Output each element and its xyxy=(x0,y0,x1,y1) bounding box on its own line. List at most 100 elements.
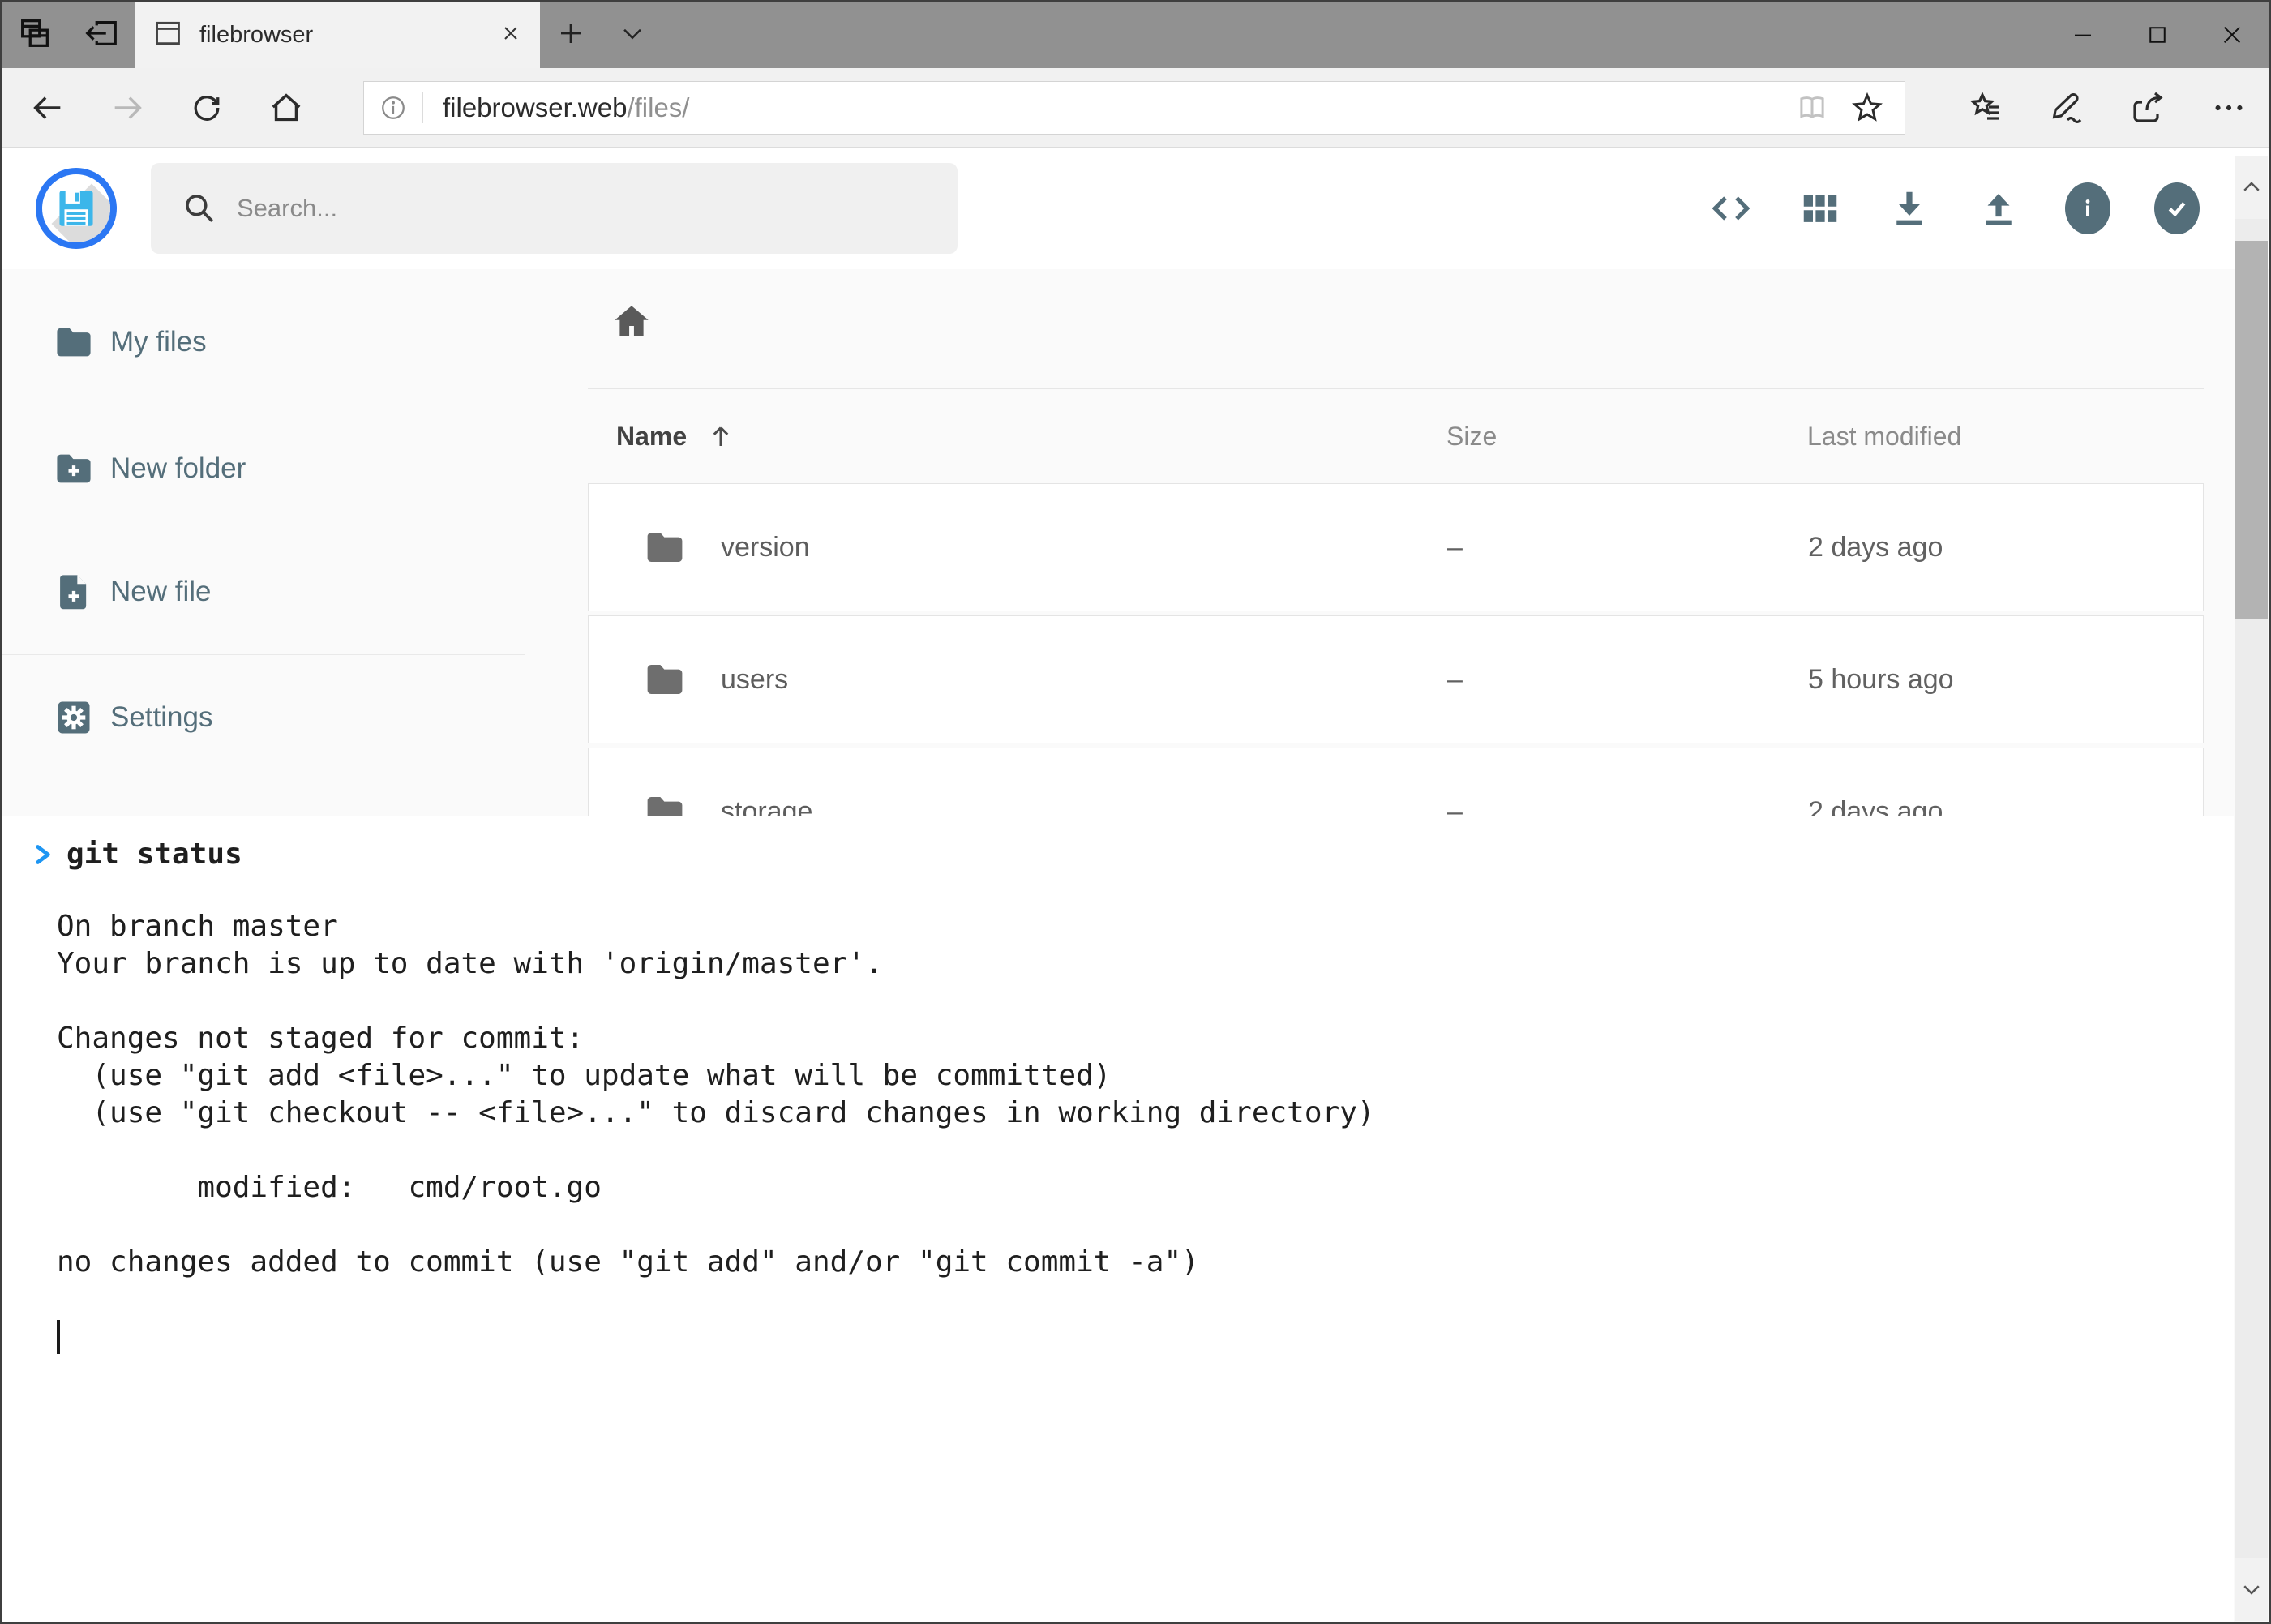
sidebar-item-my-files[interactable]: My files xyxy=(2,303,525,381)
web-notes-button[interactable] xyxy=(2026,68,2107,148)
check-icon xyxy=(2162,193,2192,224)
file-size: – xyxy=(1447,532,1808,563)
sidebar-divider xyxy=(2,654,525,655)
grid-view-icon xyxy=(1798,186,1842,230)
new-tab-button[interactable] xyxy=(540,2,602,68)
close-icon xyxy=(2219,22,2245,48)
sort-ascending-icon xyxy=(706,422,735,451)
info-button[interactable] xyxy=(2065,182,2110,235)
raw-view-button[interactable] xyxy=(1708,182,1754,235)
sidebar-item-label: Settings xyxy=(110,701,212,734)
minimize-icon xyxy=(2071,23,2095,47)
home-button[interactable] xyxy=(246,68,326,148)
breadcrumb xyxy=(588,269,2204,344)
search-input[interactable] xyxy=(235,193,900,224)
filebrowser-logo[interactable] xyxy=(36,168,117,249)
list-header: Name Size Last modified xyxy=(588,389,2204,483)
breadcrumb-home-icon xyxy=(610,300,653,344)
table-row[interactable]: version – 2 days ago xyxy=(588,483,2204,611)
upload-icon xyxy=(1977,186,2020,230)
favorites-hub-button[interactable] xyxy=(1945,68,2026,148)
share-button[interactable] xyxy=(2107,68,2188,148)
column-name-label: Name xyxy=(616,422,687,452)
scroll-up-button[interactable] xyxy=(2235,156,2268,219)
terminal-panel[interactable]: git status On branch master Your branch … xyxy=(2,816,2234,1622)
navigation-bar: filebrowser.web/files/ xyxy=(2,68,2269,148)
forward-button[interactable] xyxy=(88,68,167,148)
file-name: version xyxy=(721,532,810,563)
maximize-icon xyxy=(2145,23,2170,47)
file-modified: 5 hours ago xyxy=(1808,664,2203,696)
site-info-button[interactable] xyxy=(364,94,422,122)
tab-favicon xyxy=(152,18,183,53)
refresh-button[interactable] xyxy=(167,68,246,148)
download-icon xyxy=(1888,186,1931,230)
sidebar-item-label: My files xyxy=(110,326,207,358)
breadcrumb-home-button[interactable] xyxy=(610,300,653,348)
terminal-prompt-line: git status xyxy=(2,816,2234,871)
code-icon xyxy=(1708,186,1754,231)
folder-icon xyxy=(643,525,687,569)
scroll-down-button[interactable] xyxy=(2235,1558,2268,1621)
address-divider xyxy=(422,92,423,123)
minimize-button[interactable] xyxy=(2046,2,2120,68)
app-header xyxy=(2,148,2269,269)
download-button[interactable] xyxy=(1887,182,1932,235)
more-dots-icon xyxy=(2210,89,2247,126)
file-size: – xyxy=(1447,664,1808,696)
page-scrollbar[interactable] xyxy=(2235,156,2268,1621)
url-host: filebrowser.web xyxy=(443,92,627,122)
titlebar: filebrowser xyxy=(2,2,2269,68)
settings-menu-button[interactable] xyxy=(2188,68,2269,148)
set-tabs-aside-button[interactable] xyxy=(68,2,135,68)
tab-previews-button[interactable] xyxy=(2,2,68,68)
url-path: /files/ xyxy=(627,92,689,122)
upload-button[interactable] xyxy=(1976,182,2021,235)
file-modified: 2 days ago xyxy=(1808,532,2203,563)
folder-icon xyxy=(643,658,687,701)
terminal-cursor xyxy=(57,1320,60,1354)
sidebar-item-label: New file xyxy=(110,576,211,608)
new-folder-icon xyxy=(53,448,95,490)
terminal-output: On branch master Your branch is up to da… xyxy=(2,871,2234,1281)
favorites-hub-icon xyxy=(1966,88,2005,127)
back-button[interactable] xyxy=(8,68,88,148)
address-bar[interactable]: filebrowser.web/files/ xyxy=(363,81,1905,135)
sidebar-item-new-file[interactable]: New file xyxy=(2,553,525,631)
url-text: filebrowser.web/files/ xyxy=(443,92,689,123)
set-tabs-aside-icon xyxy=(83,15,120,56)
column-header-size[interactable]: Size xyxy=(1446,422,1807,452)
maximize-button[interactable] xyxy=(2120,2,2195,68)
terminal-command: git status xyxy=(66,838,242,871)
add-favorite-button[interactable] xyxy=(1840,90,1895,126)
forward-icon xyxy=(109,89,146,126)
sidebar-item-settings[interactable]: Settings xyxy=(2,679,525,756)
close-window-button[interactable] xyxy=(2195,2,2269,68)
star-icon xyxy=(1849,90,1885,126)
floppy-disk-icon xyxy=(53,185,100,232)
tab-close-icon[interactable] xyxy=(499,22,522,49)
terminal-prompt-icon xyxy=(31,839,55,870)
scrollbar-thumb[interactable] xyxy=(2235,241,2268,619)
column-header-modified[interactable]: Last modified xyxy=(1807,422,2204,452)
select-button[interactable] xyxy=(2154,182,2200,235)
refresh-icon xyxy=(189,90,225,126)
tab-filebrowser[interactable]: filebrowser xyxy=(135,2,540,68)
file-info-icon xyxy=(2074,195,2102,222)
sidebar-item-label: New folder xyxy=(110,452,246,485)
home-icon xyxy=(268,89,305,126)
reading-view-button[interactable] xyxy=(1785,91,1840,125)
new-file-icon xyxy=(53,571,95,613)
search-box[interactable] xyxy=(151,163,958,254)
folder-icon xyxy=(53,321,95,363)
column-header-name[interactable]: Name xyxy=(616,422,1446,452)
table-row[interactable]: users – 5 hours ago xyxy=(588,615,2204,743)
tab-previews-icon xyxy=(16,15,54,56)
plus-icon xyxy=(556,19,585,52)
back-icon xyxy=(29,89,66,126)
pen-icon xyxy=(2047,88,2086,127)
sidebar-item-new-folder[interactable]: New folder xyxy=(2,430,525,508)
switch-view-button[interactable] xyxy=(1798,182,1843,235)
tab-list-button[interactable] xyxy=(602,2,663,68)
tab-title: filebrowser xyxy=(199,22,499,49)
